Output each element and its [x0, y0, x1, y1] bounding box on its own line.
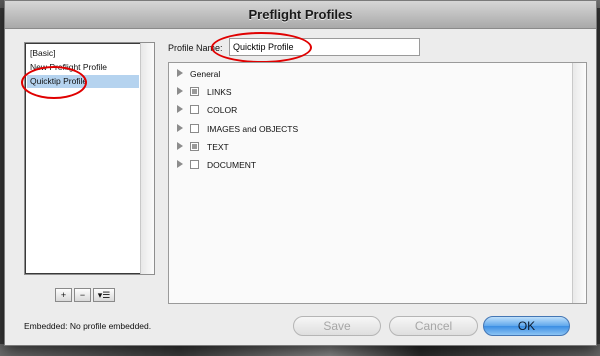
- profile-item-basic[interactable]: [Basic]: [27, 47, 139, 60]
- cancel-button[interactable]: Cancel: [389, 316, 478, 336]
- category-document[interactable]: DOCUMENT: [207, 160, 256, 170]
- profile-list-scrollbar[interactable]: [140, 43, 154, 274]
- window-title: Preflight Profiles: [248, 7, 353, 22]
- save-button[interactable]: Save: [293, 316, 381, 336]
- title-bar[interactable]: Preflight Profiles: [5, 1, 596, 29]
- disclosure-triangle-icon[interactable]: [177, 142, 183, 150]
- rules-tree-scrollbar[interactable]: [572, 63, 586, 303]
- category-color[interactable]: COLOR: [207, 105, 237, 115]
- embedded-status: Embedded: No profile embedded.: [24, 321, 152, 331]
- disclosure-triangle-icon[interactable]: [177, 105, 183, 113]
- profile-name-input[interactable]: [229, 38, 420, 56]
- rules-tree: General LINKS COLOR IMAGES and OBJECTS T…: [168, 62, 587, 304]
- category-links[interactable]: LINKS: [207, 87, 232, 97]
- disclosure-triangle-icon[interactable]: [177, 160, 183, 168]
- disclosure-triangle-icon[interactable]: [177, 87, 183, 95]
- category-text[interactable]: TEXT: [207, 142, 229, 152]
- profile-name-label: Profile Name:: [168, 43, 223, 53]
- profile-item-quicktip[interactable]: Quicktip Profile: [27, 75, 139, 88]
- profile-list-content: [Basic] New Preflight Profile Quicktip P…: [25, 43, 141, 274]
- profile-item-new-preflight[interactable]: New Preflight Profile: [27, 61, 139, 74]
- disclosure-triangle-icon[interactable]: [177, 69, 183, 77]
- checkbox-images-objects[interactable]: [190, 124, 199, 133]
- profile-menu-button[interactable]: ▾☰: [93, 288, 115, 302]
- preflight-profiles-dialog: Preflight Profiles [Basic] New Preflight…: [4, 0, 597, 346]
- checkbox-links[interactable]: [190, 87, 199, 96]
- disclosure-triangle-icon[interactable]: [177, 124, 183, 132]
- category-images-objects[interactable]: IMAGES and OBJECTS: [207, 124, 298, 134]
- checkbox-color[interactable]: [190, 105, 199, 114]
- category-general[interactable]: General: [190, 69, 220, 79]
- checkbox-text[interactable]: [190, 142, 199, 151]
- profile-list[interactable]: [Basic] New Preflight Profile Quicktip P…: [24, 42, 155, 275]
- ok-button[interactable]: OK: [483, 316, 570, 336]
- checkbox-document[interactable]: [190, 160, 199, 169]
- remove-profile-button[interactable]: −: [74, 288, 91, 302]
- add-profile-button[interactable]: +: [55, 288, 72, 302]
